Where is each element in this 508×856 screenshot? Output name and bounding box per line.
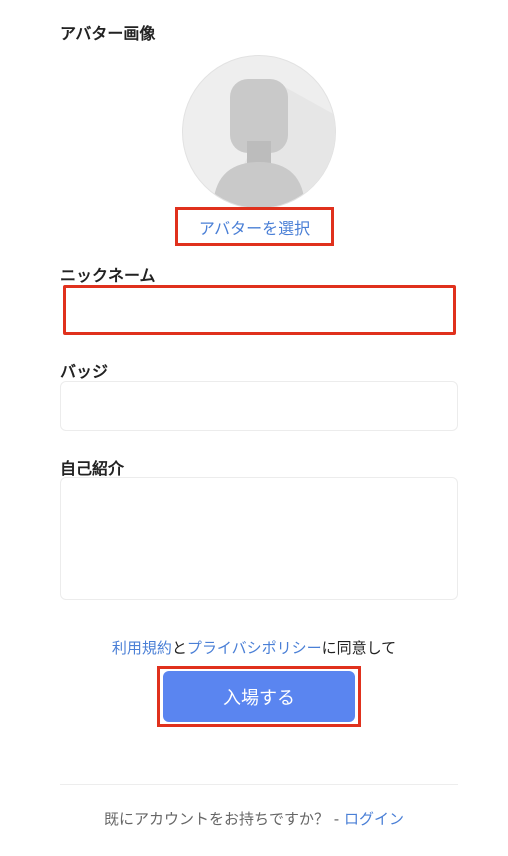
login-link[interactable]: ログイン — [344, 810, 404, 828]
badge-label: バッジ — [60, 362, 109, 381]
choose-avatar-button[interactable]: アバターを選択 — [175, 207, 334, 246]
avatar-placeholder-image[interactable] — [182, 55, 336, 209]
footer-login-prompt: 既にアカウントをお持ちですか？ - ログイン — [0, 808, 508, 829]
terms-agree-text: に同意して — [321, 639, 397, 657]
badge-input[interactable] — [60, 381, 458, 431]
nickname-input[interactable] — [63, 285, 456, 335]
footer-question: 既にアカウントをお持ちですか？ - — [104, 810, 344, 828]
bio-label: 自己紹介 — [60, 459, 125, 478]
avatar-section-label: アバター画像 — [60, 24, 156, 43]
terms-of-service-link[interactable]: 利用規約 — [112, 639, 172, 657]
privacy-policy-link[interactable]: プライバシポリシー — [187, 639, 322, 657]
terms-and-text: と — [171, 639, 187, 657]
enter-button[interactable]: 入場する — [163, 671, 355, 722]
default-avatar-icon — [213, 79, 335, 208]
nickname-label: ニックネーム — [60, 266, 156, 285]
bio-textarea[interactable] — [60, 477, 458, 600]
choose-avatar-label: アバターを選択 — [198, 218, 311, 238]
terms-agreement: 利用規約とプライバシポリシーに同意して — [0, 637, 508, 658]
footer-divider — [60, 784, 458, 785]
